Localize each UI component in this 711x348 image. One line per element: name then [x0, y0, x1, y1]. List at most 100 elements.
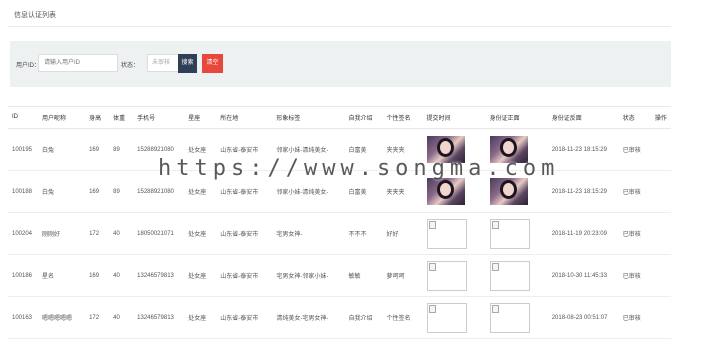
table-cell: 已审核 — [618, 254, 651, 297]
column-header: 提交时间 — [422, 106, 486, 129]
table-cell: 2018-10-30 11:45:33 — [547, 254, 619, 297]
table-cell: 山东省-泰安市 — [216, 128, 273, 171]
table-cell: 100186 — [8, 254, 39, 297]
id-card-back-cell — [485, 170, 548, 213]
column-header: 手机号 — [133, 106, 185, 129]
table-cell: 刚刚好 — [38, 212, 86, 255]
table-cell: 13246579813 — [133, 254, 185, 297]
table-cell: 山东省-泰安市 — [216, 254, 273, 297]
table-cell: 2018-11-19 20:23:09 — [547, 212, 619, 255]
table-cell: 18050021071 — [133, 212, 185, 255]
table-row: 100188 白兔 169 89 15288921080 处女座 山东省-泰安市 邻家小妹-清… — [8, 170, 671, 213]
user-id-input[interactable] — [38, 54, 118, 72]
table-cell: 169 — [85, 128, 110, 171]
user-id-label: 用户ID： — [16, 63, 41, 69]
column-header: 用户昵称 — [38, 106, 86, 129]
table-row: 100163 嗯嗯嗯嗯嗯 172 40 13246579813 处女座 山东省-泰安市 清纯美… — [8, 296, 671, 339]
table-cell: 嗯嗯嗯嗯嗯 — [38, 296, 86, 339]
table-cell: 已审核 — [618, 170, 651, 213]
id-card-back-image[interactable] — [489, 178, 528, 205]
id-card-front-cell — [422, 128, 486, 171]
table-cell: 星名 — [38, 254, 86, 297]
table-cell: 172 — [85, 296, 110, 339]
table-cell: 山东省-泰安市 — [216, 296, 273, 339]
table-cell: 2018-11-23 18:15:29 — [547, 128, 619, 171]
id-card-back-cell — [485, 254, 548, 297]
table-cell: 白富美 — [344, 170, 383, 213]
table-cell: 处女座 — [184, 254, 217, 297]
id-card-back-cell — [485, 296, 548, 339]
table-cell: 处女座 — [184, 296, 217, 339]
id-card-back-image[interactable] — [489, 302, 530, 333]
table-cell — [650, 296, 671, 339]
column-header: 星座 — [184, 106, 217, 129]
table-cell: 169 — [85, 170, 110, 213]
table-cell: 白兔 — [38, 128, 86, 171]
id-card-front-cell — [422, 254, 486, 297]
column-header: 所在地 — [216, 106, 273, 129]
table-cell: 白富美 — [344, 128, 383, 171]
column-header: 身份证正面 — [485, 106, 548, 129]
id-card-front-image[interactable] — [426, 178, 465, 205]
table-cell: 15288921080 — [133, 128, 185, 171]
table-cell: 萝呵呵 — [382, 254, 423, 297]
table-cell: 100188 — [8, 170, 39, 213]
table-cell: 自我介绍 — [344, 296, 383, 339]
table-cell: 40 — [109, 254, 134, 297]
page-title: 信息认证列表 — [14, 12, 56, 19]
filter-bar: 用户ID： 状态： 未审核 ▼ 搜索 清空 — [10, 41, 671, 87]
table-cell: 已审核 — [618, 296, 651, 339]
id-card-front-image[interactable] — [426, 302, 467, 333]
table-cell: 山东省-泰安市 — [216, 170, 273, 213]
id-card-front-image[interactable] — [426, 260, 467, 291]
table-cell: 夹夹夹 — [382, 128, 423, 171]
search-button[interactable]: 搜索 — [178, 54, 197, 73]
table-cell: 100195 — [8, 128, 39, 171]
id-card-back-image[interactable] — [489, 136, 528, 163]
table-cell: 2018-08-23 00:51:07 — [547, 296, 619, 339]
clear-button[interactable]: 清空 — [202, 54, 223, 73]
table-row: 100195 白兔 169 89 15288921080 处女座 山东省-泰安市 邻家小妹-清… — [8, 128, 671, 171]
table-cell: 好好 — [382, 212, 423, 255]
column-header: 形象标签 — [272, 106, 345, 129]
table-cell: 个性签名 — [382, 296, 423, 339]
id-card-back-cell — [485, 212, 548, 255]
table-cell: 处女座 — [184, 212, 217, 255]
table-row: 100186 星名 169 40 13246579813 处女座 山东省-泰安市 宅男女神-邻… — [8, 254, 671, 297]
table-cell: 100204 — [8, 212, 39, 255]
table-cell: 40 — [109, 296, 134, 339]
id-card-front-image[interactable] — [426, 218, 467, 249]
table-cell: 15288921080 — [133, 170, 185, 213]
table-cell: 已审核 — [618, 212, 651, 255]
table-header-row: ID 用户昵称 身高 体重 手机号 星座 所在地 形象标签 自我介绍 个性签名 提交时间 身份证正面身… — [8, 106, 671, 129]
column-header: 状态 — [618, 106, 651, 129]
table-cell: 100163 — [8, 296, 39, 339]
table-cell: 89 — [109, 170, 134, 213]
id-card-front-image[interactable] — [426, 136, 465, 163]
column-header: 体重 — [109, 106, 134, 129]
column-header: 自我介绍 — [344, 106, 383, 129]
table-cell: 89 — [109, 128, 134, 171]
table-cell — [650, 212, 671, 255]
table-cell: 40 — [109, 212, 134, 255]
status-label: 状态： — [121, 63, 140, 69]
column-header: 个性签名 — [382, 106, 423, 129]
id-card-front-cell — [422, 296, 486, 339]
id-card-back-image[interactable] — [489, 260, 530, 291]
id-card-back-cell — [485, 128, 548, 171]
table-cell: 白兔 — [38, 170, 86, 213]
id-card-back-image[interactable] — [489, 218, 530, 249]
table-row: 100204 刚刚好 172 40 18050021071 处女座 山东省-泰安市 宅男女神-… — [8, 212, 671, 255]
column-header: 身高 — [85, 106, 110, 129]
column-header: 操作 — [650, 106, 671, 129]
table-cell: 山东省-泰安市 — [216, 212, 273, 255]
verification-table: ID 用户昵称 身高 体重 手机号 星座 所在地 形象标签 自我介绍 个性签名 提交时间 身份证正面身… — [8, 106, 671, 339]
title-divider — [8, 26, 671, 27]
table-cell: 172 — [85, 212, 110, 255]
table-cell: 13246579813 — [133, 296, 185, 339]
table-cell — [650, 254, 671, 297]
table-cell: 邻家小妹-清纯美女- — [272, 170, 345, 213]
status-select-value: 未审核 — [152, 60, 171, 66]
table-cell: 宅男女神- — [272, 212, 345, 255]
table-cell — [650, 170, 671, 213]
